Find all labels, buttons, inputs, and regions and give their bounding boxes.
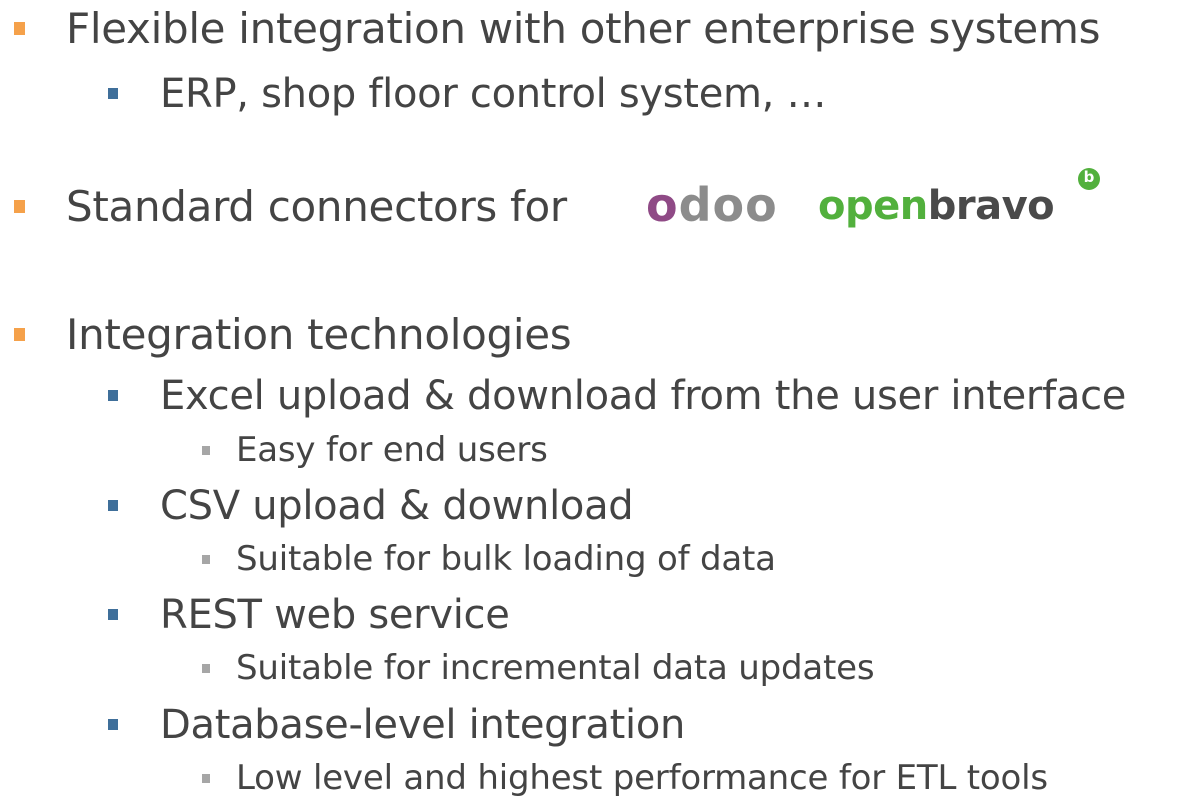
openbravo-logo: openbravo <box>818 183 1055 229</box>
bullet-level1 <box>14 22 25 35</box>
openbravo-logo-open: open <box>818 183 928 229</box>
bullet-level2 <box>108 500 118 511</box>
openbravo-mark-icon: b <box>1078 168 1100 190</box>
bullet-text-csv: CSV upload & download <box>160 483 634 529</box>
odoo-logo-rest: doo <box>678 178 778 232</box>
bullet-text-standard-connectors: Standard connectors for <box>66 182 567 231</box>
bullet-text-excel: Excel upload & download from the user in… <box>160 373 1127 419</box>
bullet-text-incremental-updates: Suitable for incremental data updates <box>236 648 875 688</box>
bullet-text-bulk-loading: Suitable for bulk loading of data <box>236 539 776 579</box>
bullet-level1 <box>14 200 25 213</box>
bullet-level2 <box>108 88 118 99</box>
bullet-text-database-level: Database-level integration <box>160 702 686 748</box>
bullet-level3 <box>202 446 210 455</box>
bullet-level2 <box>108 609 118 620</box>
odoo-logo: odoo <box>646 182 778 228</box>
bullet-level3 <box>202 774 210 783</box>
bullet-text-integration-technologies: Integration technologies <box>66 310 572 359</box>
odoo-logo-o: o <box>646 178 679 232</box>
openbravo-logo-bravo: bravo <box>927 183 1055 229</box>
bullet-text-etl-tools: Low level and highest performance for ET… <box>236 758 1048 798</box>
bullet-level2 <box>108 719 118 730</box>
bullet-text-erp: ERP, shop floor control system, … <box>160 71 827 117</box>
bullet-level1 <box>14 328 25 341</box>
bullet-level3 <box>202 664 210 673</box>
bullet-text-rest: REST web service <box>160 592 510 638</box>
bullet-text-flexible-integration: Flexible integration with other enterpri… <box>66 4 1101 53</box>
bullet-text-easy-for-end-users: Easy for end users <box>236 430 548 470</box>
bullet-level2 <box>108 390 118 401</box>
openbravo-mark-letter: b <box>1083 168 1095 186</box>
bullet-level3 <box>202 555 210 564</box>
